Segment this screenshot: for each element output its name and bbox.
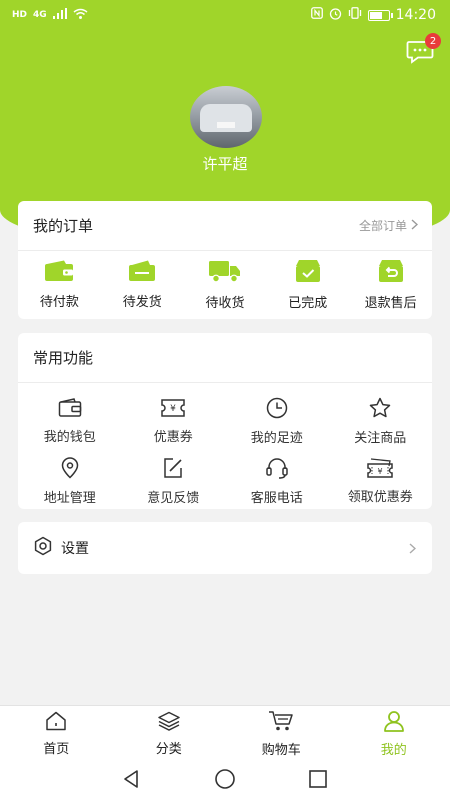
func-label: 关注商品 [354,430,407,446]
order-item-label: 已完成 [288,296,328,311]
home-circle-icon[interactable] [214,768,236,794]
func-address-management[interactable]: 地址管理 [18,451,122,511]
signal-type: 4G [33,10,47,20]
tab-mine[interactable]: 我的 [338,706,450,762]
wallet-icon [44,260,74,286]
func-customer-service[interactable]: 客服电话 [225,451,329,511]
nfc-icon [310,7,323,23]
order-item-label: 待付款 [39,295,79,310]
headset-icon [265,457,289,483]
func-label: 意见反馈 [147,490,200,506]
chevron-right-icon [411,218,419,233]
star-icon [368,397,392,423]
gear-icon [33,536,53,560]
tab-label: 我的 [380,743,407,758]
func-label: 地址管理 [43,490,96,506]
clock-icon [265,397,289,423]
chevron-right-icon [409,539,417,558]
all-orders-label: 全部订单 [358,219,407,233]
bottom-tab-bar: 首页 分类 购物车 我的 [0,705,450,762]
package-icon [127,260,157,286]
alarm-icon [329,7,342,24]
recents-icon[interactable] [308,769,328,793]
avatar[interactable] [190,86,262,148]
user-icon [383,710,405,736]
order-item-pending-payment[interactable]: 待付款 [18,260,101,310]
order-item-refund[interactable]: 退款售后 [349,259,432,311]
func-footprints[interactable]: 我的足迹 [225,391,329,451]
func-label: 我的足迹 [250,430,303,446]
battery-icon [367,9,393,21]
orders-title: 我的订单 [33,217,94,235]
clock-time: 14:20 [395,7,436,23]
tab-home[interactable]: 首页 [0,706,113,762]
ticket-icon: ¥ [366,457,394,482]
return-icon [377,259,405,287]
chat-bubble-icon [406,41,434,68]
cart-icon [268,710,294,736]
location-pin-icon [60,456,80,483]
wifi-icon [73,8,88,23]
order-item-pending-shipment[interactable]: 待发货 [101,260,184,310]
vibrate-icon [348,7,362,23]
all-orders-link[interactable]: 全部订单 [358,217,419,234]
back-icon[interactable] [122,769,142,793]
func-label: 我的钱包 [43,429,96,445]
func-followed-products[interactable]: 关注商品 [329,391,433,451]
func-my-wallet[interactable]: 我的钱包 [18,391,122,451]
orders-card: 我的订单 全部订单 待付款 待发货 待收货 已完成 退款售后 [18,201,432,319]
tab-category[interactable]: 分类 [113,706,226,762]
username: 许平超 [202,155,248,173]
svg-text:¥: ¥ [378,467,383,476]
tab-cart[interactable]: 购物车 [225,706,338,762]
tab-label: 首页 [43,742,70,757]
coupon-icon: ¥ [160,398,186,422]
common-functions-card: 常用功能 我的钱包 ¥ 优惠券 我的足迹 关注商品 地址管理 意见反馈 客服电话… [18,333,432,509]
order-item-label: 待发货 [122,295,162,310]
truck-icon [208,259,242,287]
order-item-label: 退款售后 [364,296,417,311]
settings-label: 设置 [61,541,89,557]
tab-label: 分类 [155,742,182,757]
func-coupons[interactable]: ¥ 优惠券 [122,391,226,451]
system-nav-bar [0,762,450,800]
svg-text:¥: ¥ [170,404,176,414]
status-bar: HD 4G 14:20 [0,0,450,30]
completed-box-icon [294,259,322,287]
signal-icon [52,7,67,23]
func-get-coupons[interactable]: ¥ 领取优惠券 [329,451,433,511]
order-item-pending-receipt[interactable]: 待收货 [184,259,267,311]
order-item-completed[interactable]: 已完成 [266,259,349,311]
settings-row[interactable]: 设置 [18,522,432,574]
func-label: 客服电话 [250,490,303,506]
home-icon [45,711,67,735]
func-label: 领取优惠券 [347,489,413,505]
layers-icon [157,711,181,735]
message-button[interactable]: 2 [406,33,441,64]
tab-label: 购物车 [261,743,301,758]
network-type: HD [12,10,28,20]
functions-title: 常用功能 [33,349,94,367]
order-item-label: 待收货 [205,296,245,311]
func-feedback[interactable]: 意见反馈 [122,451,226,511]
func-label: 优惠券 [153,429,193,445]
wallet-outline-icon [58,397,82,422]
message-badge: 2 [425,33,441,49]
edit-icon [162,457,184,483]
